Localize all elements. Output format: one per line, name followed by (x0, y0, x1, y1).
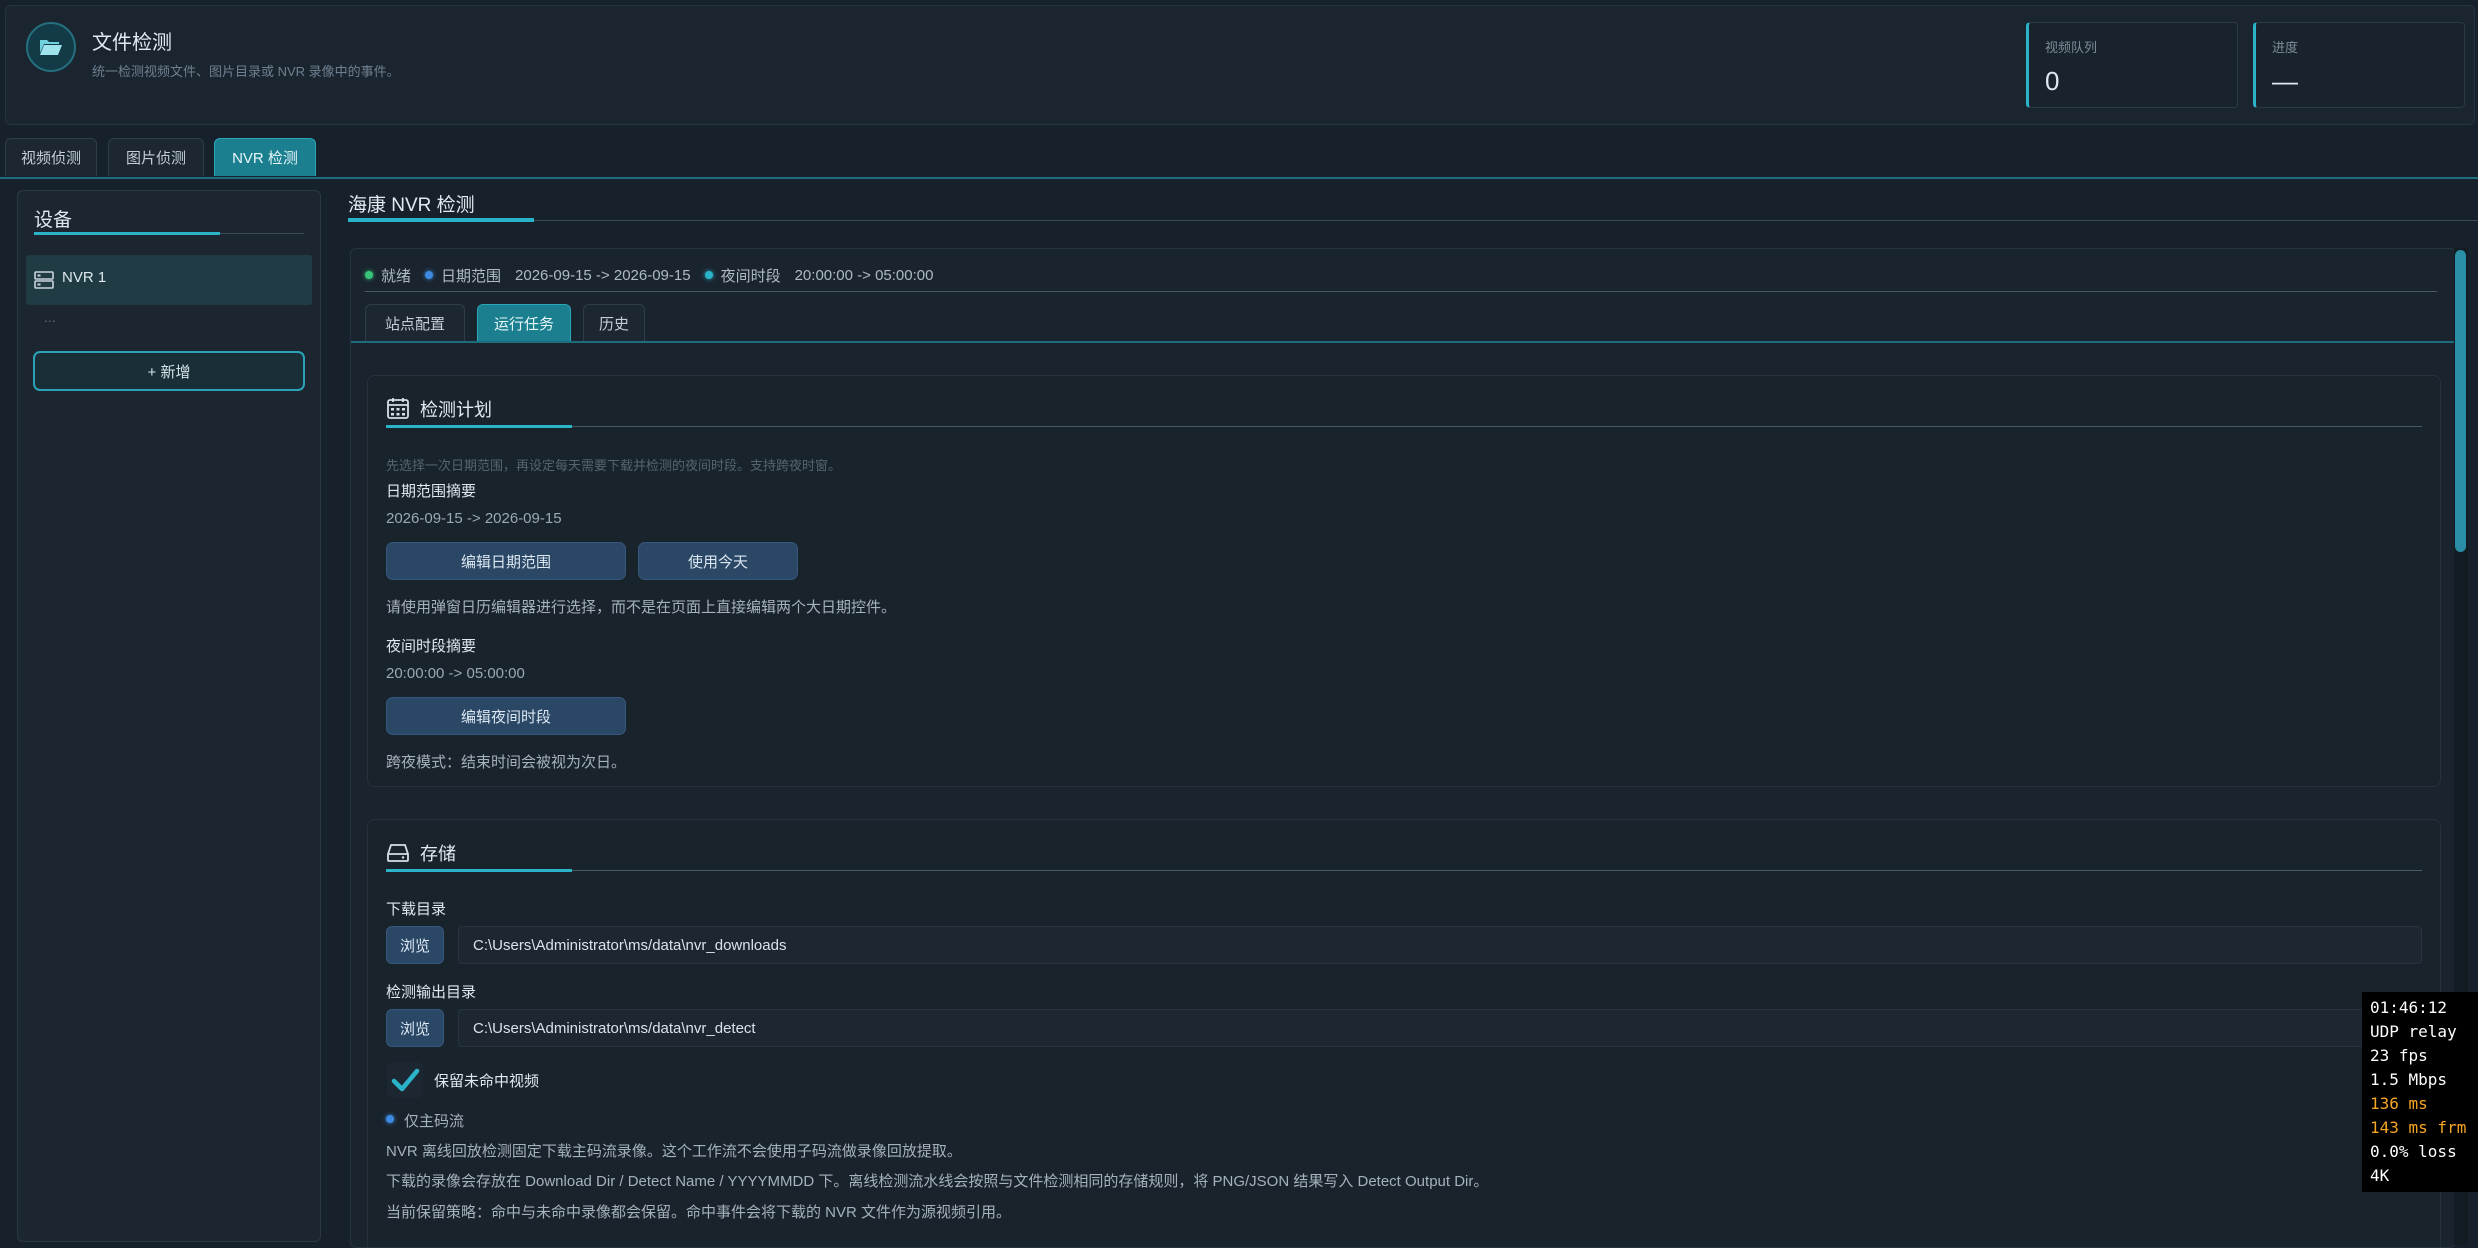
cross-night-note: 跨夜模式：结束时间会被视为次日。 (386, 754, 627, 771)
section-divider-accent (348, 218, 534, 222)
header-bar: 文件检测 统一检测视频文件、图片目录或 NVR 录像中的事件。 视频队列 0 进… (5, 5, 2475, 125)
device-sidebar: 设备 NVR 1 ... + 新增 (17, 190, 321, 1242)
sidebar-divider-accent (34, 232, 220, 235)
status-date-value: 2026-09-15 -> 2026-09-15 (515, 266, 691, 284)
main-stream-dot (386, 1115, 394, 1123)
storage-note-3: 当前保留策略：命中与未命中录像都会保留。命中事件会将下载的 NVR 文件作为源视… (386, 1204, 1012, 1221)
tab-video-detect[interactable]: 视频侦测 (5, 138, 97, 176)
overlay-bitrate: 1.5 Mbps (2370, 1070, 2448, 1089)
tab-site-config[interactable]: 站点配置 (365, 304, 465, 342)
section-title: 海康 NVR 检测 (348, 195, 475, 216)
edit-night-window-button[interactable]: 编辑夜间时段 (386, 697, 626, 735)
storage-note-1: NVR 离线回放检测固定下载主码流录像。这个工作流不会使用子码流做录像回放提取。 (386, 1143, 962, 1160)
status-dot-date (425, 271, 434, 279)
tab-history[interactable]: 历史 (583, 304, 645, 342)
overlay-time: 01:46:12 (2370, 998, 2448, 1017)
server-icon (34, 271, 54, 294)
date-summary-value: 2026-09-15 -> 2026-09-15 (386, 510, 562, 527)
edit-date-range-button[interactable]: 编辑日期范围 (386, 542, 626, 580)
tab-run-tasks[interactable]: 运行任务 (477, 304, 571, 342)
overlay-latency: 136 ms (2370, 1094, 2428, 1113)
plan-card: 检测计划 先选择一次日期范围，再设定每天需要下载并检测的夜间时段。支持跨夜时窗。… (367, 375, 2441, 787)
stat-value: 0 (2045, 66, 2060, 96)
add-device-button[interactable]: + 新增 (33, 351, 305, 391)
overlay-transport: UDP relay (2370, 1022, 2457, 1041)
status-row: 就绪 日期范围 2026-09-15 -> 2026-09-15 夜间时段 20… (365, 263, 933, 287)
tab-nvr-detect[interactable]: NVR 检测 (214, 138, 316, 176)
download-dir-input[interactable]: C:\Users\Administrator\ms/data\nvr_downl… (458, 926, 2422, 964)
keep-unmatched-label: 保留未命中视频 (434, 1073, 540, 1090)
date-summary-label: 日期范围摘要 (386, 483, 477, 500)
sidebar-item-label: NVR 1 (62, 269, 107, 286)
plan-divider-accent (386, 425, 572, 428)
scrollbar-thumb[interactable] (2455, 250, 2466, 552)
subtab-divider (351, 341, 2455, 343)
status-date-label: 日期范围 (441, 267, 502, 285)
date-note: 请使用弹窗日历编辑器进行选择，而不是在页面上直接编辑两个大日期控件。 (386, 599, 897, 616)
overlay-resolution: 4K (2370, 1166, 2390, 1185)
page-title: 文件检测 (92, 32, 172, 54)
storage-note-2: 下载的录像会存放在 Download Dir / Detect Name / Y… (386, 1173, 1489, 1190)
browse-download-button[interactable]: 浏览 (386, 926, 444, 964)
storage-card: 存储 下载目录 浏览 C:\Users\Administrator\ms/dat… (367, 819, 2441, 1247)
section-divider (348, 220, 2478, 221)
download-dir-label: 下载目录 (386, 901, 447, 918)
drive-icon (386, 840, 410, 864)
stat-value: — (2272, 66, 2298, 96)
tab-divider (0, 177, 2478, 179)
browse-detect-button[interactable]: 浏览 (386, 1009, 444, 1047)
stat-label: 视频队列 (2045, 40, 2098, 55)
page-subtitle: 统一检测视频文件、图片目录或 NVR 录像中的事件。 (92, 64, 400, 79)
night-summary-value: 20:00:00 -> 05:00:00 (386, 665, 525, 682)
use-today-button[interactable]: 使用今天 (638, 542, 798, 580)
overlay-loss: 0.0% loss (2370, 1142, 2457, 1161)
sidebar-item-nvr-1[interactable]: NVR 1 (26, 255, 312, 305)
storage-divider-accent (386, 869, 572, 872)
stream-stats-overlay: 01:46:12 UDP relay 23 fps 1.5 Mbps 136 m… (2362, 992, 2478, 1192)
sidebar-title: 设备 (34, 210, 73, 231)
calendar-icon (386, 396, 410, 420)
detect-dir-label: 检测输出目录 (386, 984, 477, 1001)
stat-label: 进度 (2272, 40, 2299, 55)
nvr-panel: 就绪 日期范围 2026-09-15 -> 2026-09-15 夜间时段 20… (350, 248, 2456, 1248)
plan-divider (386, 426, 2422, 427)
night-summary-label: 夜间时段摘要 (386, 638, 477, 655)
sidebar-ellipsis: ... (44, 309, 56, 325)
overlay-fps: 23 fps (2370, 1046, 2428, 1065)
storage-divider (386, 870, 2422, 871)
status-divider (365, 291, 2437, 292)
plan-hint: 先选择一次日期范围，再设定每天需要下载并检测的夜间时段。支持跨夜时窗。 (386, 458, 842, 473)
status-dot-ready (365, 271, 373, 279)
plan-title: 检测计划 (420, 400, 492, 420)
status-state: 就绪 (381, 267, 412, 285)
tab-image-detect[interactable]: 图片侦测 (108, 138, 204, 176)
status-night-value: 20:00:00 -> 05:00:00 (794, 266, 934, 284)
keep-unmatched-checkbox[interactable] (386, 1061, 424, 1099)
detect-dir-input[interactable]: C:\Users\Administrator\ms/data\nvr_detec… (458, 1009, 2422, 1047)
status-dot-night (704, 271, 713, 279)
status-night-label: 夜间时段 (720, 267, 781, 285)
storage-title: 存储 (420, 844, 456, 864)
main-stream-label: 仅主码流 (404, 1113, 465, 1130)
overlay-frame-latency: 143 ms frm (2370, 1118, 2467, 1137)
stat-video-queue: 视频队列 0 (2026, 22, 2238, 108)
stat-progress: 进度 — (2253, 22, 2465, 108)
folder-icon (26, 22, 76, 72)
